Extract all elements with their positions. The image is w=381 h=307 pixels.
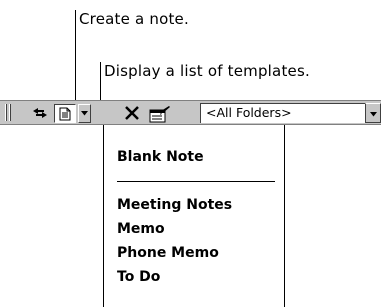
templates-menu: Blank Note Meeting Notes Memo Phone Memo… (103, 125, 285, 307)
callout-create-note: Create a note. (79, 10, 189, 28)
templates-dropdown-button[interactable] (78, 104, 91, 123)
delete-button[interactable] (123, 104, 141, 122)
menu-item-memo[interactable]: Memo (117, 221, 165, 237)
menu-item-phone-memo[interactable]: Phone Memo (117, 245, 219, 261)
arrows-icon (32, 107, 48, 119)
toolbar-grip[interactable] (5, 104, 7, 121)
x-icon (125, 106, 139, 120)
folder-select[interactable]: <All Folders> (200, 103, 381, 123)
note-icon (59, 107, 71, 121)
move-copy-button[interactable] (30, 104, 50, 122)
triangle-down-icon (81, 111, 88, 116)
callout-line-create-note (75, 10, 76, 101)
toolbar: <All Folders> (0, 100, 381, 125)
folder-select-value: <All Folders> (206, 105, 292, 120)
triangle-down-icon (369, 104, 377, 122)
toolbar-grip[interactable] (9, 104, 11, 121)
menu-item-meeting-notes[interactable]: Meeting Notes (117, 197, 232, 213)
folder-select-arrow[interactable] (365, 103, 381, 123)
properties-icon (149, 105, 171, 123)
callout-line-templates (100, 62, 101, 101)
new-note-button[interactable] (54, 104, 76, 123)
menu-separator (117, 181, 275, 182)
menu-item-to-do[interactable]: To Do (117, 269, 160, 285)
properties-button[interactable] (148, 104, 172, 123)
menu-item-blank-note[interactable]: Blank Note (117, 149, 204, 165)
callout-templates-list: Display a list of templates. (104, 62, 310, 80)
